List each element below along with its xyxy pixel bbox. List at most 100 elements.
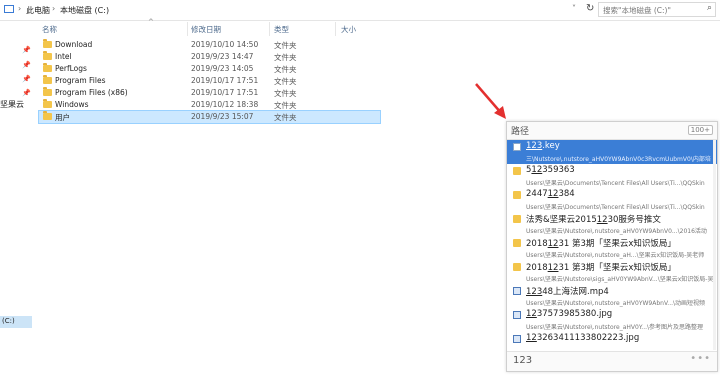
file-date: 2019/10/17 17:51	[191, 88, 259, 97]
file-type: 文件夹	[274, 53, 297, 62]
folder-icon	[513, 239, 521, 247]
search-results-panel: 路径 100+ 123.key 三\Nutstore\.nutstore_aHV…	[506, 121, 718, 372]
image-file-icon	[513, 335, 521, 343]
file-name: Program Files (x86)	[55, 88, 128, 97]
breadcrumb-separator: ›	[52, 4, 56, 13]
video-file-icon	[513, 287, 521, 295]
column-header-size[interactable]: 大小	[341, 24, 356, 35]
column-header-date[interactable]: 修改日期	[191, 24, 221, 35]
result-path: Users\坚果云\Documents\Tencent Files\All Us…	[526, 204, 705, 211]
folder-icon	[43, 87, 52, 96]
result-item[interactable]: 1237573985380.jpg Users\坚果云\Nutstore\.nu…	[507, 308, 717, 332]
result-item[interactable]: 123.key 三\Nutstore\.nutstore_aHV0YW9AbnV…	[507, 140, 717, 164]
pin-icon[interactable]: 📌	[22, 75, 31, 83]
file-type: 文件夹	[274, 101, 297, 110]
result-path: 三\Nutstore\.nutstore_aHV0YW9AbnV0c3RvcmU…	[526, 156, 711, 163]
file-row[interactable]: PerfLogs 2019/9/23 14:05 文件夹	[39, 63, 380, 75]
file-name: Intel	[55, 52, 72, 61]
folder-icon	[513, 167, 521, 175]
file-row[interactable]: Program Files (x86) 2019/10/17 17:51 文件夹	[39, 87, 380, 99]
panel-footer: 123 •••	[507, 351, 717, 371]
folder-icon	[43, 39, 52, 48]
search-box[interactable]: 搜索"本地磁盘 (C:)" ⌕	[598, 2, 716, 17]
folder-icon	[43, 111, 52, 120]
results-scrollbar[interactable]	[713, 140, 716, 350]
result-title: 123.key	[526, 141, 560, 151]
column-header-name[interactable]: 名称	[42, 24, 57, 35]
file-date: 2019/10/10 14:50	[191, 40, 259, 49]
folder-icon	[43, 75, 52, 84]
file-type: 文件夹	[274, 113, 297, 122]
search-placeholder: 搜索"本地磁盘 (C:)"	[603, 6, 671, 15]
nav-item-c-drive[interactable]: (C:)	[0, 316, 32, 328]
search-icon[interactable]: ⌕	[707, 3, 712, 13]
file-icon	[513, 143, 521, 151]
breadcrumb-separator: ›	[18, 4, 22, 13]
result-path: Users\坚果云\Nutstore\sigs_aHV0YW9AbnV...\坚…	[526, 276, 715, 283]
result-title: 1237573985380.jpg	[526, 309, 613, 319]
column-divider[interactable]	[335, 22, 336, 36]
panel-header: 路径 100+	[507, 122, 717, 140]
file-name: Download	[55, 40, 93, 49]
result-item[interactable]: 512359363 Users\坚果云\Documents\Tencent Fi…	[507, 164, 717, 188]
file-date: 2019/9/23 14:05	[191, 64, 254, 73]
pin-icon[interactable]: 📌	[22, 46, 31, 54]
breadcrumb-this-pc[interactable]: 此电脑	[26, 5, 50, 16]
search-query-input[interactable]: 123	[513, 355, 532, 366]
image-file-icon	[513, 311, 521, 319]
file-name: Windows	[55, 100, 89, 109]
file-type: 文件夹	[274, 41, 297, 50]
file-row[interactable]: Windows 2019/10/12 18:38 文件夹	[39, 99, 380, 111]
file-type: 文件夹	[274, 77, 297, 86]
nav-item-label: (C:)	[2, 317, 15, 325]
file-date: 2019/9/23 15:07	[191, 112, 254, 121]
result-path: Users\坚果云\Documents\Tencent Files\All Us…	[526, 180, 705, 187]
result-path: Users\坚果云\Nutstore\.nutstore_aH...\坚果云x知…	[526, 252, 705, 259]
panel-title: 路径	[511, 127, 530, 137]
file-name: Program Files	[55, 76, 106, 85]
nav-item-jianguoyun[interactable]: 坚果云	[0, 99, 24, 110]
breadcrumb-local-disk[interactable]: 本地磁盘 (C:)	[60, 5, 109, 16]
file-type: 文件夹	[274, 65, 297, 74]
address-dropdown-icon[interactable]: ˅	[572, 4, 576, 13]
file-name: 用户	[55, 113, 70, 122]
result-item[interactable]: 123263411133802223.jpg	[507, 332, 717, 350]
file-row[interactable]: Intel 2019/9/23 14:47 文件夹	[39, 51, 380, 63]
result-item[interactable]: 244712384 Users\坚果云\Documents\Tencent Fi…	[507, 188, 717, 212]
refresh-icon[interactable]: ↻	[586, 3, 594, 14]
column-header-type[interactable]: 类型	[274, 24, 289, 35]
result-path: Users\坚果云\Nutstore\.nutstore_aHV0YW9AbnV…	[526, 300, 706, 307]
file-row[interactable]: Download 2019/10/10 14:50 文件夹	[39, 39, 380, 51]
column-divider[interactable]	[187, 22, 188, 36]
folder-icon	[513, 191, 521, 199]
more-options-icon[interactable]: •••	[690, 353, 711, 364]
file-row[interactable]: Program Files 2019/10/17 17:51 文件夹	[39, 75, 380, 87]
file-name: PerfLogs	[55, 64, 87, 73]
file-type: 文件夹	[274, 89, 297, 98]
sort-indicator-icon: ^	[148, 18, 154, 26]
result-title: 20181231 第3期「坚果云x知识饭局」	[526, 239, 676, 249]
folder-icon	[513, 263, 521, 271]
file-row-selected[interactable]: 用户 2019/9/23 15:07 文件夹	[38, 110, 381, 124]
result-title: 法秀&坚果云20151230服务号推文	[526, 215, 661, 225]
red-arrow-icon	[475, 83, 506, 119]
result-count-badge: 100+	[687, 125, 713, 135]
result-item[interactable]: 法秀&坚果云20151230服务号推文 Users\坚果云\Nutstore\.…	[507, 212, 717, 236]
result-item[interactable]: 12348上海法网.mp4 Users\坚果云\Nutstore\.nutsto…	[507, 284, 717, 308]
file-date: 2019/10/12 18:38	[191, 100, 259, 109]
result-item[interactable]: 20181231 第3期「坚果云x知识饭局」 Users\坚果云\Nutstor…	[507, 260, 717, 284]
result-path: Users\坚果云\Nutstore\.nutstore_aHV0YW9AbnV…	[526, 228, 707, 235]
result-title: 244712384	[526, 189, 575, 199]
pin-icon[interactable]: 📌	[22, 61, 31, 69]
result-item[interactable]: 20181231 第3期「坚果云x知识饭局」 Users\坚果云\Nutstor…	[507, 236, 717, 260]
folder-icon	[43, 99, 52, 108]
file-date: 2019/10/17 17:51	[191, 76, 259, 85]
folder-icon	[43, 51, 52, 60]
folder-icon	[513, 215, 521, 223]
this-pc-icon	[4, 5, 14, 13]
pin-icon[interactable]: 📌	[22, 89, 31, 97]
column-divider[interactable]	[269, 22, 270, 36]
folder-icon	[43, 63, 52, 72]
result-path: Users\坚果云\Nutstore\.nutstore_aHV0Y...\参考…	[526, 324, 704, 331]
result-title: 20181231 第3期「坚果云x知识饭局」	[526, 263, 676, 273]
